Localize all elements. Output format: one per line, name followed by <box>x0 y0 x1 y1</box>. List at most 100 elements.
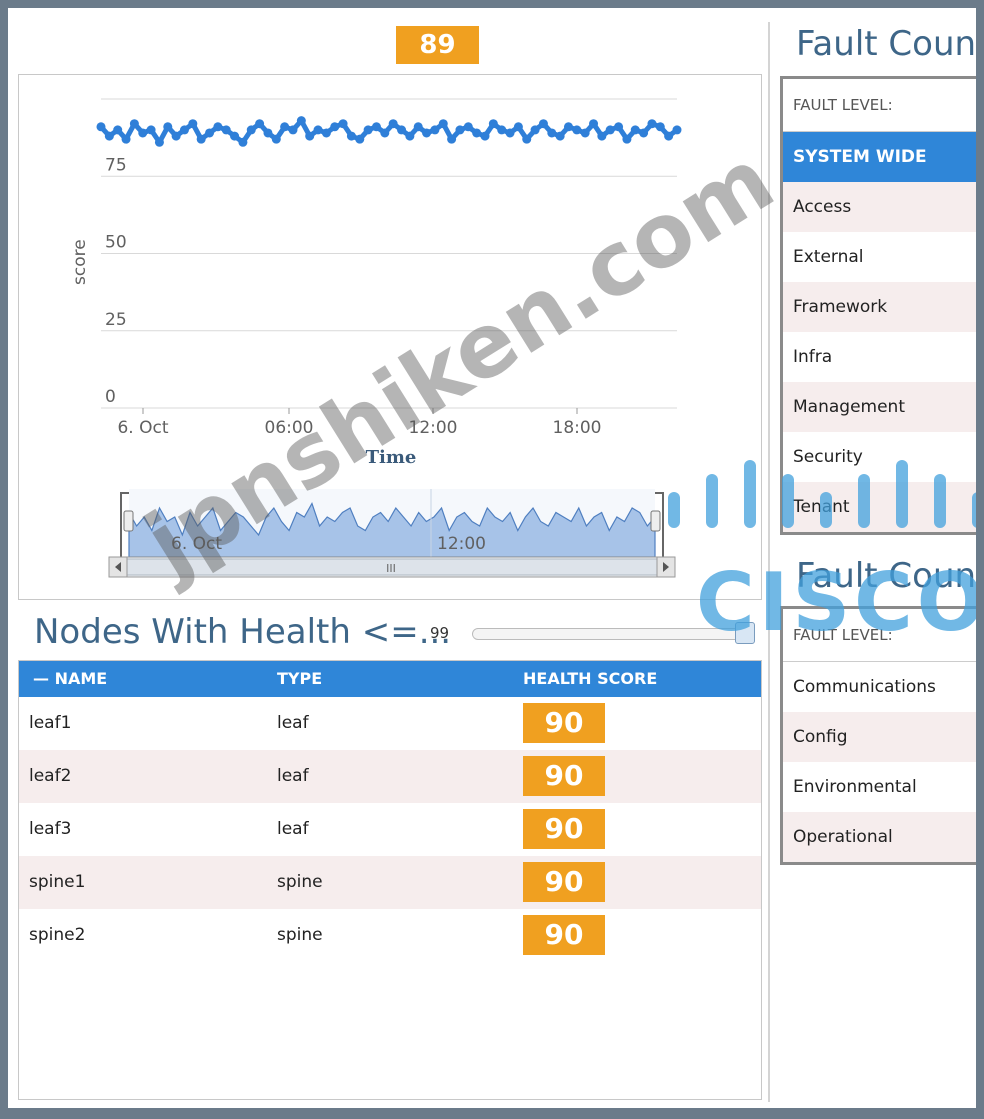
score-data-point <box>371 122 381 132</box>
slider-thumb[interactable] <box>735 622 755 644</box>
navigator-right-handle[interactable] <box>650 510 661 532</box>
score-data-point <box>497 125 507 135</box>
score-data-point <box>213 122 223 132</box>
column-header-type[interactable]: TYPE <box>277 669 322 688</box>
score-data-point <box>655 122 665 132</box>
node-name: spine1 <box>29 872 86 892</box>
score-data-point <box>430 125 440 135</box>
y-tick-label: 0 <box>105 387 116 407</box>
score-data-point <box>121 134 131 144</box>
score-data-point <box>563 122 573 132</box>
node-type: spine <box>277 925 323 945</box>
table-header: — NAME TYPE HEALTH SCORE <box>19 661 761 697</box>
health-threshold-slider[interactable] <box>472 628 746 640</box>
score-data-point <box>255 119 265 129</box>
score-data-point <box>330 122 340 132</box>
score-data-point <box>622 134 632 144</box>
score-data-point <box>463 122 473 132</box>
score-data-point <box>113 125 123 135</box>
y-tick-label: 75 <box>105 155 127 175</box>
x-axis-title: Time <box>366 447 417 468</box>
score-data-point <box>146 125 156 135</box>
fault-level-item-external[interactable]: External <box>783 232 976 282</box>
fault-level-item-management[interactable]: Management <box>783 382 976 432</box>
score-data-point <box>246 125 256 135</box>
score-data-point <box>238 137 248 147</box>
x-tick-label: 6. Oct <box>117 418 168 438</box>
score-data-point <box>580 128 590 138</box>
table-row[interactable]: leaf2 leaf 90 <box>19 750 761 803</box>
score-data-point <box>138 128 148 138</box>
column-header-name[interactable]: — NAME <box>33 669 107 688</box>
x-tick-label: 18:00 <box>553 418 602 438</box>
score-data-point <box>230 131 240 141</box>
score-data-point <box>422 128 432 138</box>
score-data-point <box>413 122 423 132</box>
score-data-point <box>280 122 290 132</box>
score-data-point <box>522 134 532 144</box>
score-data-point <box>196 134 206 144</box>
node-health-score-badge: 90 <box>523 703 605 743</box>
score-data-point <box>338 119 348 129</box>
score-data-point <box>597 131 607 141</box>
fault-level-item-tenant[interactable]: Tenant <box>783 482 976 532</box>
score-data-point <box>104 131 114 141</box>
scrollbar-grip: III <box>386 562 396 575</box>
score-data-point <box>555 131 565 141</box>
score-data-point <box>647 119 657 129</box>
score-data-point <box>572 125 582 135</box>
fault-level-item-config[interactable]: Config <box>783 712 976 762</box>
navigator-label: 6. Oct <box>171 534 222 554</box>
score-data-point <box>221 125 231 135</box>
table-row[interactable]: spine1 spine 90 <box>19 856 761 909</box>
column-header-health-score[interactable]: HEALTH SCORE <box>523 669 657 688</box>
table-row[interactable]: leaf1 leaf 90 <box>19 697 761 750</box>
node-type: leaf <box>277 713 309 733</box>
fault-level-header: FAULT LEVEL: <box>783 79 976 132</box>
score-data-point <box>547 128 557 138</box>
score-data-point <box>639 128 649 138</box>
fault-level-item-access[interactable]: Access <box>783 182 976 232</box>
fault-level-item-security[interactable]: Security <box>783 432 976 482</box>
score-data-point <box>405 131 415 141</box>
nodes-table: — NAME TYPE HEALTH SCORE leaf1 leaf 90 leaf… <box>18 660 762 1100</box>
fault-level-item-infra[interactable]: Infra <box>783 332 976 382</box>
fault-level-item-communications[interactable]: Communications <box>783 662 976 712</box>
fault-level-item-framework[interactable]: Framework <box>783 282 976 332</box>
fault-level-item-system-wide[interactable]: SYSTEM WIDE <box>783 132 976 182</box>
fault-level-header: FAULT LEVEL: <box>783 609 976 662</box>
fault-count-type-panel: FAULT LEVEL: Communications Config Environ… <box>780 606 976 865</box>
score-data-point <box>605 125 615 135</box>
x-tick-label: 12:00 <box>409 418 458 438</box>
score-data-point <box>313 125 323 135</box>
score-data-point <box>538 119 548 129</box>
node-health-score-badge: 90 <box>523 756 605 796</box>
node-name: leaf1 <box>29 713 72 733</box>
score-data-point <box>664 131 674 141</box>
table-row[interactable]: spine2 spine 90 <box>19 909 761 962</box>
score-data-point <box>530 125 540 135</box>
score-data-point <box>589 119 599 129</box>
score-data-point <box>171 131 181 141</box>
score-data-point <box>288 125 298 135</box>
node-health-score-badge: 90 <box>523 915 605 955</box>
score-data-point <box>488 119 498 129</box>
fault-level-item-operational[interactable]: Operational <box>783 812 976 862</box>
score-data-point <box>305 131 315 141</box>
fault-level-item-environmental[interactable]: Environmental <box>783 762 976 812</box>
navigator-left-handle[interactable] <box>123 510 134 532</box>
score-data-point <box>154 137 164 147</box>
dashboard-frame: 89 0 25 50 75 score 6. Oct 06:00 12:00 18:00 Time… <box>8 8 976 1108</box>
score-data-point <box>346 131 356 141</box>
score-data-point <box>480 131 490 141</box>
score-data-point <box>505 128 515 138</box>
health-threshold-value: 99 <box>430 624 450 642</box>
score-data-point <box>355 134 365 144</box>
score-data-point <box>321 128 331 138</box>
score-data-point <box>614 122 624 132</box>
score-data-point <box>129 119 139 129</box>
score-data-point <box>263 128 273 138</box>
node-type: spine <box>277 872 323 892</box>
score-data-point <box>672 125 682 135</box>
table-row[interactable]: leaf3 leaf 90 <box>19 803 761 856</box>
